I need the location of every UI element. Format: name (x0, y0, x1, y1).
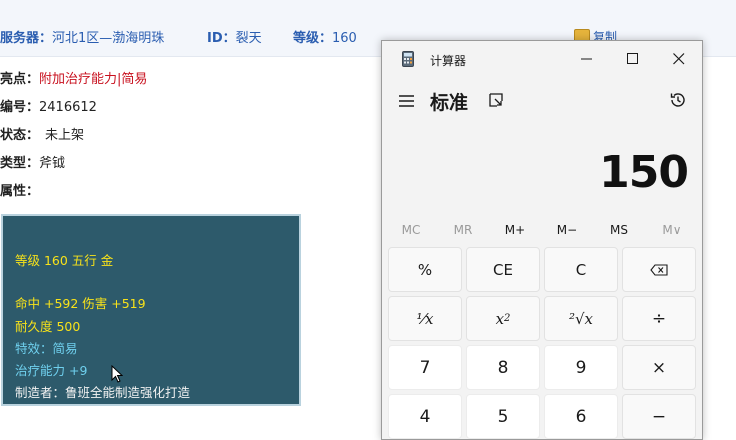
calculator-display: 150 (599, 147, 689, 198)
memory-store-button[interactable]: MS (597, 223, 641, 237)
attribute-label: 属性： (0, 184, 40, 199)
backspace-icon (650, 263, 668, 276)
close-icon (673, 53, 685, 65)
id-value: 裂天 (235, 31, 262, 46)
clear-button[interactable]: C (544, 247, 618, 292)
minus-button[interactable]: − (622, 394, 696, 439)
square-base: x (495, 309, 505, 328)
number-label: 编号： (0, 100, 40, 115)
item-hit-damage-line: 命中 +592 伤害 +519 (15, 296, 146, 311)
minimize-button[interactable] (564, 41, 610, 77)
maximize-icon (627, 53, 638, 64)
mouse-cursor-icon (111, 365, 123, 383)
digit-4-button[interactable]: 4 (388, 394, 462, 439)
calculator-titlebar[interactable]: 计算器 (382, 41, 702, 77)
server-info: 服务器：河北1区—渤海明珠 (0, 27, 164, 46)
memory-list-button[interactable]: M∨ (650, 223, 694, 237)
calculator-app-icon (402, 51, 414, 67)
keep-on-top-icon[interactable] (488, 92, 504, 108)
square-button[interactable]: x2 (466, 296, 540, 341)
number-row: 编号：2416612 (0, 96, 97, 115)
minimize-icon (581, 58, 592, 60)
item-effect-line: 特效：简易 (15, 341, 78, 356)
server-label: 服务器： (0, 31, 53, 46)
backspace-button[interactable] (622, 247, 696, 292)
type-row: 类型：斧钺 (0, 152, 65, 171)
divide-button[interactable]: ÷ (622, 296, 696, 341)
calculator-mode-title: 标准 (430, 92, 469, 114)
memory-add-button[interactable]: M+ (493, 223, 537, 237)
highlight-value: 附加治疗能力|简易 (39, 72, 148, 87)
number-value: 2416612 (39, 100, 97, 115)
id-info: ID：裂天 (207, 27, 262, 46)
memory-recall-button[interactable]: MR (441, 223, 485, 237)
clear-entry-button[interactable]: CE (466, 247, 540, 292)
item-durability-line: 耐久度 500 (15, 319, 81, 334)
server-value: 河北1区—渤海明珠 (52, 31, 165, 46)
highlight-row: 亮点：附加治疗能力|简易 (0, 68, 147, 87)
calculator-window[interactable]: 计算器 标准 150 MC MR M+ M− MS M∨ % CE C ¹⁄x … (381, 40, 703, 440)
item-maker-line: 制造者：鲁班全能制造强化打造 (15, 385, 191, 400)
square-exponent: 2 (504, 313, 511, 324)
id-label: ID： (207, 31, 236, 46)
highlight-label: 亮点： (0, 72, 40, 87)
calculator-title: 计算器 (430, 54, 467, 68)
digit-8-button[interactable]: 8 (466, 345, 540, 390)
digit-9-button[interactable]: 9 (544, 345, 618, 390)
history-icon[interactable] (669, 91, 687, 109)
digit-5-button[interactable]: 5 (466, 394, 540, 439)
level-value: 160 (332, 31, 357, 46)
memory-subtract-button[interactable]: M− (545, 223, 589, 237)
multiply-button[interactable]: × (622, 345, 696, 390)
level-info: 等级：160 (293, 27, 357, 46)
status-label: 状态： (0, 128, 40, 143)
status-value: 未上架 (45, 128, 85, 143)
percent-button[interactable]: % (388, 247, 462, 292)
status-row: 状态： 未上架 (0, 124, 84, 143)
memory-clear-button[interactable]: MC (389, 223, 433, 237)
item-level-line: 等级 160 五行 金 (15, 253, 114, 268)
square-root-button[interactable]: ²√x (544, 296, 618, 341)
digit-7-button[interactable]: 7 (388, 345, 462, 390)
reciprocal-button[interactable]: ¹⁄x (388, 296, 462, 341)
attribute-row: 属性： (0, 180, 39, 199)
maximize-button[interactable] (610, 41, 656, 77)
type-label: 类型： (0, 156, 40, 171)
item-attribute-box: 等级 160 五行 金 命中 +592 伤害 +519 耐久度 500 特效：简… (1, 214, 301, 406)
digit-6-button[interactable]: 6 (544, 394, 618, 439)
type-value: 斧钺 (39, 156, 66, 171)
level-label: 等级： (293, 31, 333, 46)
item-heal-line: 治疗能力 +9 (15, 363, 88, 378)
hamburger-menu-icon[interactable] (398, 93, 416, 109)
close-button[interactable] (656, 41, 702, 77)
